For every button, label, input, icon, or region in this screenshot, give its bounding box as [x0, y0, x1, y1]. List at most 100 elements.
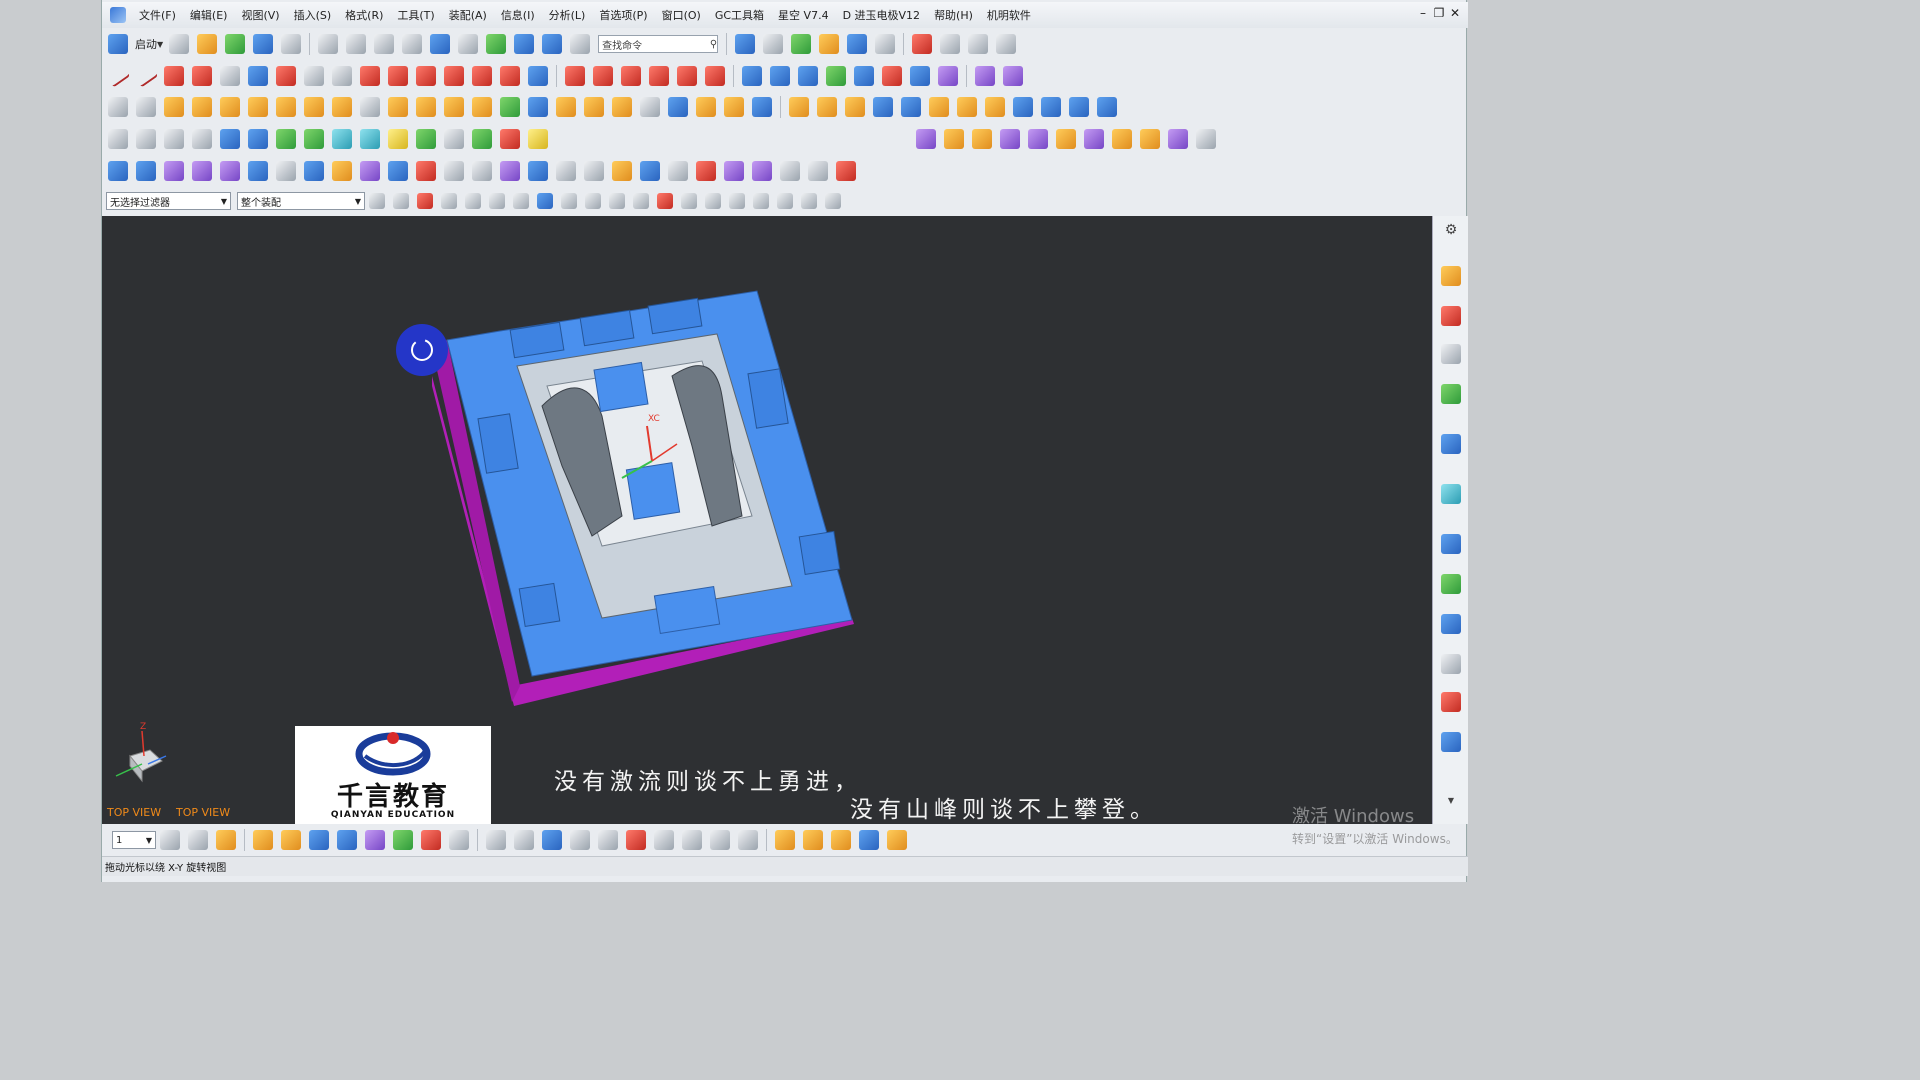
ruled-icon[interactable] — [882, 66, 902, 86]
snap-end-icon[interactable] — [561, 193, 577, 209]
bottom-tool-3-icon[interactable] — [831, 830, 851, 850]
trimmed-sheet-icon[interactable] — [938, 66, 958, 86]
electrode-10-icon[interactable] — [360, 161, 380, 181]
select-curve-icon[interactable] — [441, 193, 457, 209]
people-icon[interactable] — [500, 129, 520, 149]
block-icon[interactable] — [220, 97, 240, 117]
electrode-rect-icon[interactable] — [556, 161, 576, 181]
bridge-curve-icon[interactable] — [416, 66, 436, 86]
mold-tool-3-icon[interactable] — [972, 129, 992, 149]
electrode-20-icon[interactable] — [696, 161, 716, 181]
scope-select[interactable]: 整个装配 ▼ — [237, 192, 365, 210]
invert-shown-icon[interactable] — [309, 830, 329, 850]
electrode-5-icon[interactable] — [220, 161, 240, 181]
hole-icon[interactable] — [360, 97, 380, 117]
redo-icon[interactable] — [458, 34, 479, 54]
orient-view-icon[interactable] — [847, 34, 868, 54]
layer-icon[interactable] — [819, 34, 840, 54]
mesh-surface-icon[interactable] — [798, 66, 818, 86]
menu-format[interactable]: 格式(R) — [338, 7, 390, 23]
mold-tool-9-icon[interactable] — [1140, 129, 1160, 149]
datum-plane-icon[interactable] — [136, 97, 156, 117]
offset-curve-icon[interactable] — [332, 66, 352, 86]
menu-analysis[interactable]: 分析(L) — [542, 7, 593, 23]
resize-face-icon[interactable] — [873, 97, 893, 117]
system-scenes-icon[interactable] — [1441, 732, 1461, 752]
electrode-19-icon[interactable] — [668, 161, 688, 181]
split-body-icon[interactable] — [640, 97, 660, 117]
list-icon[interactable] — [192, 129, 212, 149]
mold-tool-1-icon[interactable] — [916, 129, 936, 149]
electrode-6-icon[interactable] — [248, 161, 268, 181]
new-file-icon[interactable] — [169, 34, 190, 54]
previous-icon[interactable] — [276, 129, 296, 149]
extend-sheet-icon[interactable] — [975, 66, 995, 86]
roles-icon[interactable] — [1441, 692, 1461, 712]
electrode-17-icon[interactable] — [612, 161, 632, 181]
unite-icon[interactable] — [304, 97, 324, 117]
pocket-icon[interactable] — [416, 97, 436, 117]
snap-face-icon[interactable] — [801, 193, 817, 209]
offset-surface-icon[interactable] — [910, 66, 930, 86]
mold-tool-4-icon[interactable] — [1000, 129, 1020, 149]
move-to-layer-icon[interactable] — [188, 830, 208, 850]
search-icon[interactable]: ⚲ — [710, 39, 717, 50]
wrap-curve-icon[interactable] — [500, 66, 520, 86]
snap-perpendicular-icon[interactable] — [681, 193, 697, 209]
measure-distance-icon[interactable] — [421, 830, 441, 850]
bottom-tool-2-icon[interactable] — [803, 830, 823, 850]
render-icon[interactable] — [791, 34, 812, 54]
mold-tool-11-icon[interactable] — [1196, 129, 1216, 149]
project-curve-icon[interactable] — [360, 66, 380, 86]
history-icon[interactable] — [1441, 484, 1461, 504]
electrode-1-icon[interactable] — [108, 161, 128, 181]
chevron-down-icon[interactable]: ▼ — [157, 40, 163, 49]
electrode-13-icon[interactable] — [444, 161, 464, 181]
mold-tool-6-icon[interactable] — [1056, 129, 1076, 149]
assembly-navigator-icon[interactable] — [1441, 266, 1461, 286]
extract-body-icon[interactable] — [985, 97, 1005, 117]
background-icon[interactable] — [875, 34, 896, 54]
green-cube-icon[interactable] — [416, 129, 436, 149]
rectangle-icon[interactable] — [220, 66, 240, 86]
menu-assembly[interactable]: 装配(A) — [442, 7, 494, 23]
mirror-curve-icon[interactable] — [528, 66, 548, 86]
offset-face-icon[interactable] — [668, 97, 688, 117]
arrow-left-icon[interactable] — [220, 129, 240, 149]
fillet-curve-icon[interactable] — [705, 66, 725, 86]
electrode-2-icon[interactable] — [136, 161, 156, 181]
chart-icon[interactable] — [528, 129, 548, 149]
electrode-hexagon-icon[interactable] — [584, 161, 604, 181]
chevron-down-icon[interactable]: ▼ — [218, 197, 230, 206]
recent-file-icon[interactable] — [225, 34, 246, 54]
solid-icon[interactable] — [537, 193, 553, 209]
edit-curve-icon[interactable] — [649, 66, 669, 86]
drawing-sheet-icon[interactable] — [108, 129, 128, 149]
graphics-viewport[interactable]: XC Z TOP VIEW TOP VIEW 千言教育 QIANYAN EDUC… — [102, 216, 1432, 824]
work-layer-select[interactable]: 1 ▼ — [112, 831, 156, 849]
divide-curve-icon[interactable] — [593, 66, 613, 86]
extrude-icon[interactable] — [164, 97, 184, 117]
chevron-down-icon[interactable]: ▼ — [352, 197, 364, 206]
abs-csys-icon[interactable] — [136, 129, 156, 149]
draft-icon[interactable] — [584, 97, 604, 117]
boss-icon[interactable] — [388, 97, 408, 117]
scale-body-icon[interactable] — [696, 97, 716, 117]
angle-dimension-icon[interactable] — [738, 830, 758, 850]
print-icon[interactable] — [281, 34, 302, 54]
menu-xingkong[interactable]: 星空 V7.4 — [771, 7, 836, 23]
bottom-tool-5-icon[interactable] — [887, 830, 907, 850]
record-icon[interactable] — [912, 34, 933, 54]
snap-line-icon[interactable] — [609, 193, 625, 209]
mold-tool-2-icon[interactable] — [944, 129, 964, 149]
menu-info[interactable]: 信息(I) — [494, 7, 542, 23]
offset-region-icon[interactable] — [901, 97, 921, 117]
spline-icon[interactable] — [276, 66, 296, 86]
snap-control-icon[interactable] — [633, 193, 649, 209]
shading-icon[interactable] — [763, 34, 784, 54]
grid-icon[interactable] — [825, 193, 841, 209]
wcs-orient-icon[interactable] — [216, 830, 236, 850]
frame-select-icon[interactable] — [486, 830, 506, 850]
blank-icon[interactable] — [365, 830, 385, 850]
command-finder-icon[interactable] — [570, 34, 591, 54]
